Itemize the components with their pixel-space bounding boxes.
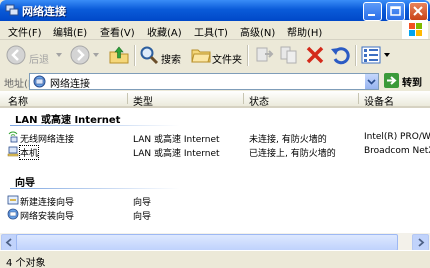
column-type[interactable]: 类型 [133,93,153,108]
item-device: Intel(R) PRO/W [364,132,430,142]
maximize-button[interactable] [386,2,405,21]
forward-icon[interactable] [70,45,90,65]
status-bar: 4 个对象 [0,250,430,268]
chevron-down-icon [367,79,376,85]
group-divider [10,125,180,126]
minimize-button[interactable] [363,2,382,21]
address-value: 网络连接 [50,79,90,90]
go-button[interactable]: 转到 [384,73,428,89]
search-button-label[interactable]: 搜索 [161,51,181,66]
folder-icon[interactable] [191,45,211,65]
item-status: 未连接, 有防火墙的 [249,135,327,145]
menu-file[interactable]: 文件(F) [8,24,42,39]
group-divider [10,188,180,189]
address-bar: 地址(D) 网络连接 转到 [0,71,430,91]
horizontal-scrollbar[interactable] [0,233,430,251]
toolbar-separator [247,45,249,66]
menu-favorites[interactable]: 收藏(A) [147,24,182,39]
column-divider[interactable] [127,93,128,104]
title-bar: 网络连接 [0,0,430,21]
column-status[interactable]: 状态 [249,93,269,108]
close-icon [413,6,423,16]
explorer-window: 网络连接 文件(F) 编辑(E) 查看(V) 收藏(A) 工具(T) 高级(N)… [0,0,430,268]
network-connections-icon [33,75,46,88]
new-connection-wizard-icon [7,195,19,205]
address-dropdown-button[interactable] [365,74,378,89]
go-button-label: 转到 [402,78,422,89]
copy-to-icon[interactable] [279,45,299,65]
chevron-right-icon [418,238,425,247]
item-name-selected: 本机 [18,145,40,160]
folders-button-label[interactable]: 文件夹 [212,51,242,66]
menu-bar: 文件(F) 编辑(E) 查看(V) 收藏(A) 工具(T) 高级(N) 帮助(H… [0,21,430,40]
column-name[interactable]: 名称 [8,93,28,108]
item-type: LAN 或高速 Internet [133,149,220,159]
wireless-icon [8,131,18,143]
group-title-wizard: 向导 [15,178,35,189]
item-type: LAN 或高速 Internet [133,135,220,145]
group-title-lan: LAN 或高速 Internet [15,115,121,126]
toolbar-separator [134,45,136,66]
menu-view[interactable]: 查看(V) [100,24,135,39]
column-header: 名称 类型 状态 设备名 [0,91,430,108]
file-list: LAN 或高速 Internet 无线网络连接 LAN 或高速 Internet… [0,108,430,233]
network-setup-wizard-icon [7,208,19,220]
views-dropdown-icon[interactable] [384,52,390,58]
menu-advanced[interactable]: 高级(N) [240,24,275,39]
scroll-right-button[interactable] [412,234,429,251]
minimize-icon [368,14,375,16]
windows-logo-icon [402,20,428,39]
up-folder-icon[interactable] [108,44,130,66]
menu-edit[interactable]: 编辑(E) [53,24,87,39]
delete-icon[interactable] [305,45,325,65]
address-input[interactable]: 网络连接 [29,73,379,90]
item-name: 网络安装向导 [20,212,75,222]
item-device: Broadcom NetX [364,146,430,156]
status-text: 4 个对象 [6,258,46,268]
item-type: 向导 [133,212,152,222]
column-divider[interactable] [358,93,359,104]
move-to-icon[interactable] [254,45,274,65]
item-type: 向导 [133,198,152,208]
toolbar-separator [355,45,357,66]
scroll-thumb[interactable] [16,234,398,251]
search-icon[interactable] [139,45,159,65]
close-button[interactable] [409,2,428,21]
window-title: 网络连接 [22,5,66,18]
back-dropdown-icon[interactable] [56,52,62,58]
views-icon[interactable] [361,45,383,65]
back-button-label[interactable]: 后退 [29,51,49,66]
go-arrow-icon [384,73,399,88]
undo-icon[interactable] [330,45,350,65]
network-connections-icon [5,4,19,16]
chevron-left-icon [5,238,12,247]
column-device[interactable]: 设备名 [364,93,394,108]
item-name: 无线网络连接 [20,135,75,145]
lan-icon [7,146,19,157]
menu-help[interactable]: 帮助(H) [287,24,322,39]
back-icon[interactable] [6,45,26,65]
maximize-icon [390,6,401,16]
forward-dropdown-icon[interactable] [93,52,99,58]
menu-tools[interactable]: 工具(T) [194,24,228,39]
item-status: 已连接上, 有防火墙的 [249,149,336,159]
toolbar: 后退 搜索 文件夹 [0,40,430,72]
column-divider[interactable] [243,93,244,104]
item-name: 新建连接向导 [20,198,75,208]
